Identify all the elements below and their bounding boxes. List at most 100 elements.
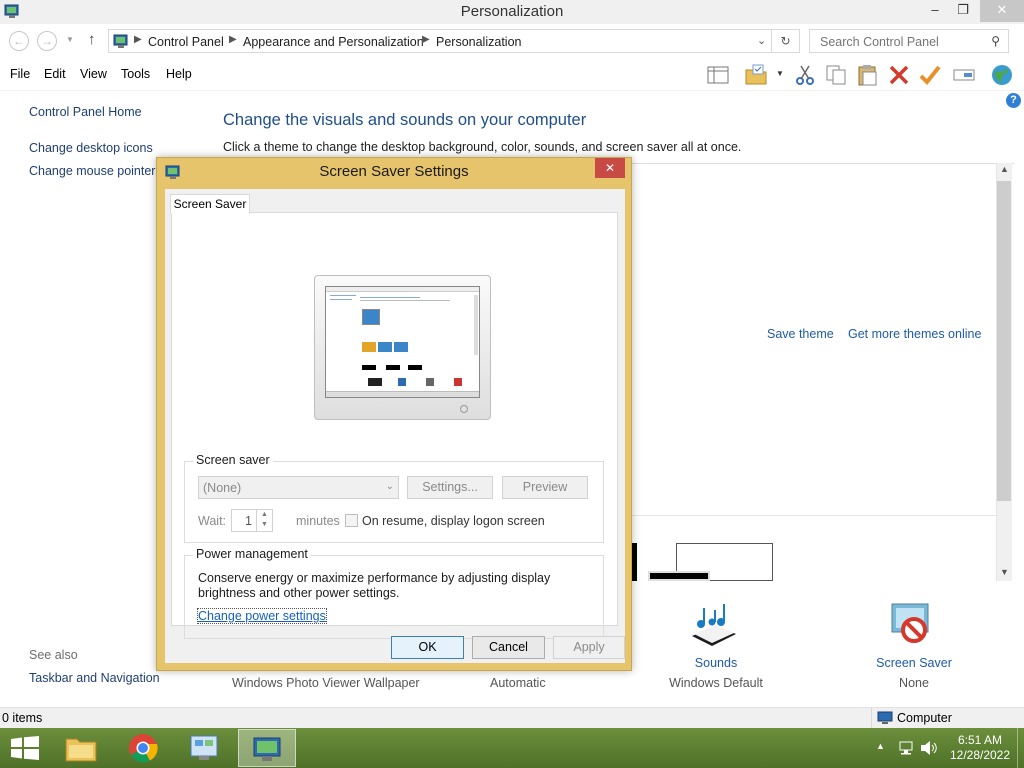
network-icon[interactable]	[898, 740, 914, 756]
folder-options-dropdown-icon[interactable]: ▼	[776, 69, 784, 78]
page-subtitle: Click a theme to change the desktop back…	[223, 140, 742, 154]
arrow-right-icon: →	[41, 34, 53, 48]
breadcrumb-personalization[interactable]: Personalization	[436, 35, 521, 49]
search-input[interactable]	[818, 34, 978, 50]
restore-button[interactable]: ❐	[948, 0, 978, 22]
breadcrumb-control-panel[interactable]: Control Panel	[148, 35, 224, 49]
theme-thumbnail[interactable]	[632, 543, 637, 581]
theme-thumbnail[interactable]	[648, 571, 710, 581]
taskbar-chrome[interactable]	[114, 729, 172, 767]
taskbar: ▲ 6:51 AM 12/28/2022	[0, 728, 1024, 768]
screen-saver-dialog: Screen Saver Settings ✕ Screen Saver Scr…	[156, 157, 632, 671]
sounds-label[interactable]: Sounds	[660, 656, 772, 670]
system-clock[interactable]: 6:51 AM 12/28/2022	[940, 733, 1020, 763]
cut-icon[interactable]	[793, 63, 817, 87]
layout-pane-icon[interactable]	[706, 63, 730, 87]
get-more-themes-link[interactable]: Get more themes online	[848, 327, 981, 341]
up-arrow-icon[interactable]: ↑	[88, 31, 96, 48]
scroll-up-icon[interactable]: ▲	[1000, 164, 1009, 174]
screen-saver-icon[interactable]	[888, 600, 938, 650]
dialog-close-button[interactable]: ✕	[595, 158, 625, 178]
rename-icon[interactable]	[952, 63, 976, 87]
arrow-left-icon: ←	[13, 34, 25, 48]
sidebar-control-panel-home[interactable]: Control Panel Home	[29, 105, 142, 119]
minutes-label: minutes	[296, 514, 340, 528]
paste-icon[interactable]	[856, 63, 880, 87]
address-dropdown-icon[interactable]: ⌄	[757, 34, 766, 47]
scrollbar-thumb[interactable]	[997, 181, 1011, 501]
clock-date: 12/28/2022	[949, 748, 1011, 762]
sidebar-taskbar-navigation[interactable]: Taskbar and Navigation	[29, 671, 160, 685]
screen-saver-settings-button[interactable]: Settings...	[407, 476, 493, 499]
menu-file[interactable]: File	[10, 67, 30, 81]
menu-bar: File Edit View Tools Help ▼	[0, 59, 1024, 91]
sidebar-item-mouse-pointers[interactable]: Change mouse pointers	[29, 164, 162, 178]
breadcrumb-separator-icon: ▶	[134, 34, 142, 45]
address-bar[interactable]: ▶ Control Panel ▶ Appearance and Persona…	[108, 29, 772, 53]
theme-divider	[620, 515, 996, 516]
minimize-button[interactable]: –	[920, 0, 950, 22]
copy-icon[interactable]	[824, 63, 848, 87]
delete-icon[interactable]	[887, 63, 911, 87]
breadcrumb-appearance[interactable]: Appearance and Personalization	[243, 35, 424, 49]
screen-saver-select[interactable]: (None) ⌄	[198, 476, 399, 499]
scroll-down-icon[interactable]: ▼	[1000, 567, 1009, 577]
control-panel-icon	[190, 735, 218, 760]
search-icon[interactable]: ⚲	[991, 34, 1000, 48]
cancel-button[interactable]: Cancel	[472, 636, 545, 659]
preview-screen	[325, 286, 480, 398]
menu-tools[interactable]: Tools	[121, 67, 150, 81]
sounds-value: Windows Default	[669, 676, 763, 690]
change-power-settings-link[interactable]: Change power settings	[197, 608, 327, 624]
wait-value[interactable]: 1	[245, 514, 252, 528]
windows-start-icon[interactable]	[11, 736, 39, 760]
sounds-icon[interactable]	[688, 600, 740, 652]
status-divider	[871, 708, 872, 728]
color-value[interactable]: Automatic	[490, 676, 546, 690]
screen-saver-selected-value: (None)	[203, 481, 242, 495]
show-hidden-icons-icon[interactable]: ▲	[876, 741, 885, 751]
recent-pages-chevron-icon[interactable]: ▼	[66, 35, 74, 44]
apply-button[interactable]: Apply	[553, 636, 625, 659]
stepper-arrows-icon[interactable]: ▲ ▼	[256, 510, 272, 531]
address-row: ← → ▼ ↑ ▶ Control Panel ▶ Appearance and…	[0, 27, 1024, 55]
sidebar-item-desktop-icons[interactable]: Change desktop icons	[29, 141, 153, 155]
control-panel-icon	[113, 34, 128, 48]
search-box[interactable]: ⚲	[809, 29, 1009, 53]
refresh-button[interactable]: ↻	[772, 29, 800, 53]
breadcrumb-separator-icon: ▶	[422, 34, 430, 45]
resume-logon-checkbox[interactable]	[345, 514, 358, 527]
window-title: Personalization	[460, 3, 564, 20]
back-button[interactable]: ←	[9, 31, 29, 51]
show-desktop-button[interactable]	[1017, 728, 1024, 768]
menu-help[interactable]: Help	[166, 67, 192, 81]
properties-check-icon[interactable]	[918, 63, 942, 87]
resume-logon-label[interactable]: On resume, display logon screen	[362, 514, 545, 528]
breadcrumb-separator-icon: ▶	[229, 34, 237, 45]
tab-screen-saver[interactable]: Screen Saver	[170, 194, 250, 214]
screen-saver-label[interactable]: Screen Saver	[858, 656, 970, 670]
close-button[interactable]: ✕	[980, 0, 1024, 22]
save-theme-link[interactable]: Save theme	[767, 327, 834, 341]
screen-saver-group-label: Screen saver	[193, 453, 273, 467]
wait-stepper[interactable]: 1 ▲ ▼	[231, 509, 273, 532]
volume-icon[interactable]	[920, 740, 938, 756]
dialog-body: Screen Saver Screen saver (None) ⌄ Setti…	[165, 189, 625, 663]
computer-icon	[877, 711, 893, 724]
taskbar-control-panel[interactable]	[176, 729, 234, 767]
power-management-group: Power management Conserve energy or maxi…	[184, 547, 604, 639]
taskbar-personalization[interactable]	[238, 729, 296, 767]
screen-saver-preview-button[interactable]: Preview	[502, 476, 588, 499]
help-icon[interactable]: ?	[1006, 93, 1021, 108]
status-bar: 0 items Computer	[0, 707, 1024, 728]
folder-options-icon[interactable]	[744, 63, 768, 87]
desktop-background-value[interactable]: Windows Photo Viewer Wallpaper	[232, 676, 420, 690]
ok-button[interactable]: OK	[391, 636, 464, 659]
forward-button[interactable]: →	[37, 31, 57, 51]
taskbar-file-explorer[interactable]	[52, 729, 110, 767]
menu-edit[interactable]: Edit	[44, 67, 66, 81]
theme-list[interactable]: Save theme Get more themes online	[620, 163, 1014, 581]
globe-icon[interactable]	[990, 63, 1014, 87]
menu-view[interactable]: View	[80, 67, 107, 81]
clock-time: 6:51 AM	[957, 733, 1003, 747]
